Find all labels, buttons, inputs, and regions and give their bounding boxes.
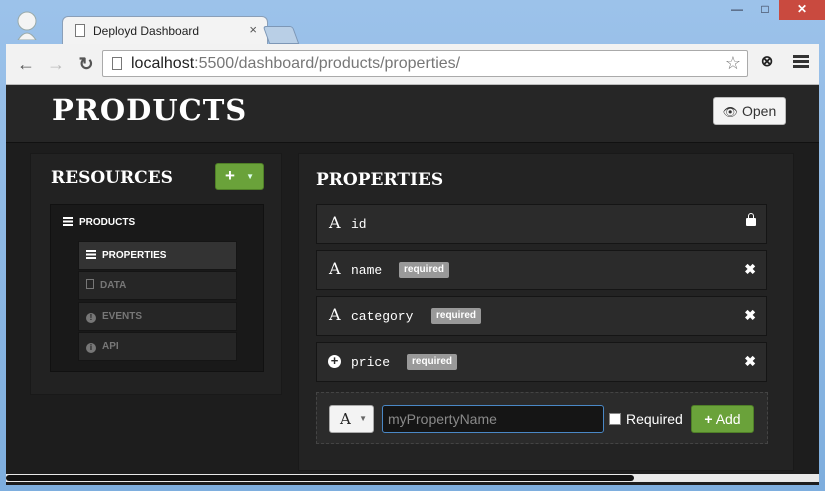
url-text: localhost:5500/dashboard/products/proper… <box>131 55 460 73</box>
required-label: Required <box>626 411 683 427</box>
reload-button[interactable]: ↻ <box>74 52 98 76</box>
minimize-button[interactable]: — <box>723 0 751 20</box>
delete-icon[interactable]: ✖ <box>744 261 756 278</box>
back-button[interactable]: ← <box>14 52 38 76</box>
sidebar-item-label: PROPERTIES <box>102 250 167 261</box>
forward-button[interactable]: → <box>44 52 68 76</box>
sidebar-item-properties[interactable]: PROPERTIES <box>78 241 237 270</box>
resource-products[interactable]: PRODUCTS <box>63 217 135 228</box>
dashboard-page: PRODUCTS 👁 Open RESOURCES + ▼ PRODUCTS PRO… <box>6 85 819 485</box>
open-button[interactable]: 👁 Open <box>713 97 786 125</box>
browser-toolbar: ← → ↻ localhost:5500/dashboard/products/… <box>6 44 819 85</box>
property-row-price[interactable]: + price required ✖ <box>316 342 767 382</box>
plus-icon: + <box>704 411 713 427</box>
number-type-icon: + <box>328 354 341 368</box>
address-bar[interactable]: localhost:5500/dashboard/products/proper… <box>102 50 748 77</box>
property-row-name[interactable]: A name required ✖ <box>316 250 767 290</box>
required-badge: required <box>431 308 482 324</box>
property-row-category[interactable]: A category required ✖ <box>316 296 767 336</box>
list-icon <box>63 217 73 226</box>
properties-panel: PROPERTIES A id A name required ✖ A cate… <box>298 153 794 471</box>
page-icon <box>112 57 122 70</box>
add-label: Add <box>715 411 741 427</box>
required-badge: required <box>399 262 450 278</box>
string-type-icon: A <box>329 213 341 232</box>
type-select[interactable]: A ▼ <box>329 405 374 433</box>
list-icon <box>86 250 96 259</box>
resources-title: RESOURCES <box>51 168 173 188</box>
sidebar-item-api[interactable]: i API <box>78 332 237 361</box>
browser-tab[interactable]: Deployd Dashboard × <box>62 16 268 44</box>
resource-tree: PRODUCTS PROPERTIES DATA ! EVENTS i API <box>50 204 264 372</box>
caret-down-icon: ▼ <box>359 414 367 423</box>
lock-icon <box>746 213 756 226</box>
eye-icon: 👁 <box>722 105 738 119</box>
page-header: PRODUCTS 👁 Open <box>6 85 819 143</box>
property-name-input[interactable] <box>382 405 604 433</box>
sidebar-item-label: DATA <box>100 280 127 291</box>
new-tab-button[interactable] <box>262 26 300 44</box>
url-host: localhost <box>131 55 195 72</box>
page-title: PRODUCTS <box>52 93 248 127</box>
sidebar-item-label: API <box>102 341 119 352</box>
required-checkbox[interactable] <box>609 413 621 425</box>
resource-label: PRODUCTS <box>79 217 136 228</box>
caret-down-icon: ▼ <box>246 172 254 181</box>
close-window-button[interactable]: ✕ <box>779 0 825 20</box>
property-name: price <box>351 355 391 370</box>
page-icon <box>75 24 85 37</box>
document-icon <box>86 279 94 289</box>
string-type-icon: A <box>329 305 341 324</box>
plus-icon: + <box>225 166 235 185</box>
string-type-icon: A <box>340 410 351 428</box>
browser-window: Deployd Dashboard × — □ ✕ ← → ↻ localhos… <box>0 0 825 491</box>
extension-icon[interactable]: ⊗ <box>758 53 776 71</box>
maximize-button[interactable]: □ <box>751 0 779 20</box>
sidebar-item-events[interactable]: ! EVENTS <box>78 302 237 331</box>
title-bar: Deployd Dashboard × — □ ✕ <box>0 0 825 44</box>
property-name: category <box>351 309 414 324</box>
properties-title: PROPERTIES <box>316 170 444 190</box>
tab-title: Deployd Dashboard <box>93 24 200 38</box>
resources-panel: RESOURCES + ▼ PRODUCTS PROPERTIES DATA ! E… <box>30 153 282 395</box>
scrollbar-thumb[interactable] <box>6 475 634 481</box>
required-badge: required <box>407 354 458 370</box>
tab-close-icon[interactable]: × <box>249 22 257 37</box>
new-property-form: A▼ Required + Add <box>316 392 768 444</box>
delete-icon[interactable]: ✖ <box>744 353 756 370</box>
info-circle-icon: ! <box>86 313 96 323</box>
sidebar-item-data[interactable]: DATA <box>78 271 237 300</box>
add-resource-button[interactable]: + ▼ <box>215 163 264 190</box>
user-profile-icon[interactable] <box>14 10 40 40</box>
info-circle-icon: i <box>86 343 96 353</box>
string-type-icon: A <box>329 259 341 278</box>
url-path: :5500/dashboard/products/properties/ <box>194 55 461 72</box>
property-name: id <box>351 217 367 232</box>
add-property-button[interactable]: + Add <box>691 405 754 433</box>
open-label: Open <box>741 103 777 119</box>
property-name: name <box>351 263 383 278</box>
bookmark-star-icon[interactable]: ☆ <box>725 53 741 74</box>
window-controls: — □ ✕ <box>723 0 825 20</box>
menu-icon[interactable] <box>792 53 810 71</box>
sidebar-item-label: EVENTS <box>102 311 143 322</box>
property-row-id[interactable]: A id <box>316 204 767 244</box>
horizontal-scrollbar[interactable] <box>6 474 819 482</box>
delete-icon[interactable]: ✖ <box>744 307 756 324</box>
